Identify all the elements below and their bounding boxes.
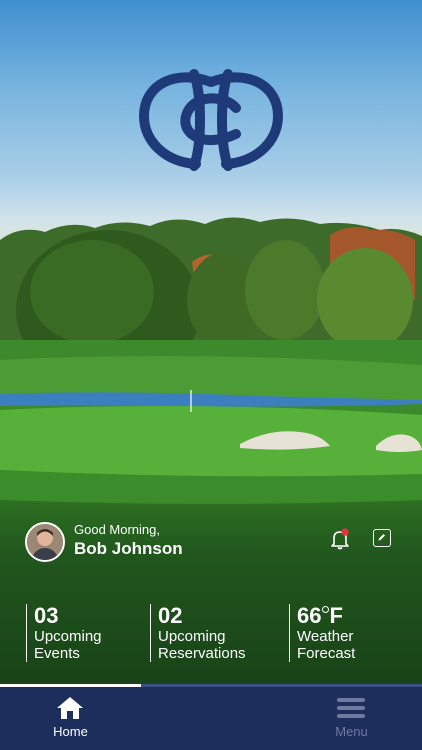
user-name: Bob Johnson [74, 539, 183, 558]
edit-profile-icon[interactable] [373, 529, 391, 547]
stat-label-line2: Forecast [297, 645, 356, 662]
stats-row: 03 Upcoming Events 02 Upcoming Reservati… [0, 604, 422, 664]
stat-upcoming-reservations[interactable]: 02 Upcoming Reservations [150, 604, 246, 662]
tab-home[interactable]: Home [0, 687, 141, 750]
bottom-tab-bar: Home Menu [0, 687, 422, 750]
stat-value: 02 [158, 603, 183, 628]
tab-menu-label: Menu [335, 724, 368, 739]
club-logo [136, 64, 286, 174]
stat-label-line1: Weather [297, 628, 354, 645]
hero-background [0, 0, 422, 685]
temperature-value: 66 [297, 603, 322, 628]
greeting-text: Good Morning, [74, 522, 160, 537]
home-icon [57, 697, 83, 719]
temperature-unit: F [329, 603, 343, 628]
stat-label-line1: Upcoming [158, 628, 226, 645]
avatar[interactable] [25, 522, 65, 562]
stat-label-line1: Upcoming [34, 628, 102, 645]
stat-value: 66 F [297, 604, 355, 628]
stat-label-line2: Reservations [158, 645, 246, 662]
greeting-row: Good Morning, Bob Johnson [25, 522, 397, 562]
stat-value: 03 [34, 603, 59, 628]
stat-upcoming-events[interactable]: 03 Upcoming Events [26, 604, 102, 662]
menu-icon [337, 698, 365, 718]
tab-home-label: Home [53, 724, 88, 739]
stat-weather-forecast[interactable]: 66 F Weather Forecast [289, 604, 355, 662]
notifications-bell-icon[interactable] [329, 528, 351, 550]
notification-dot [341, 528, 349, 536]
stat-label-line2: Events [34, 645, 80, 662]
tab-menu[interactable]: Menu [281, 687, 422, 750]
